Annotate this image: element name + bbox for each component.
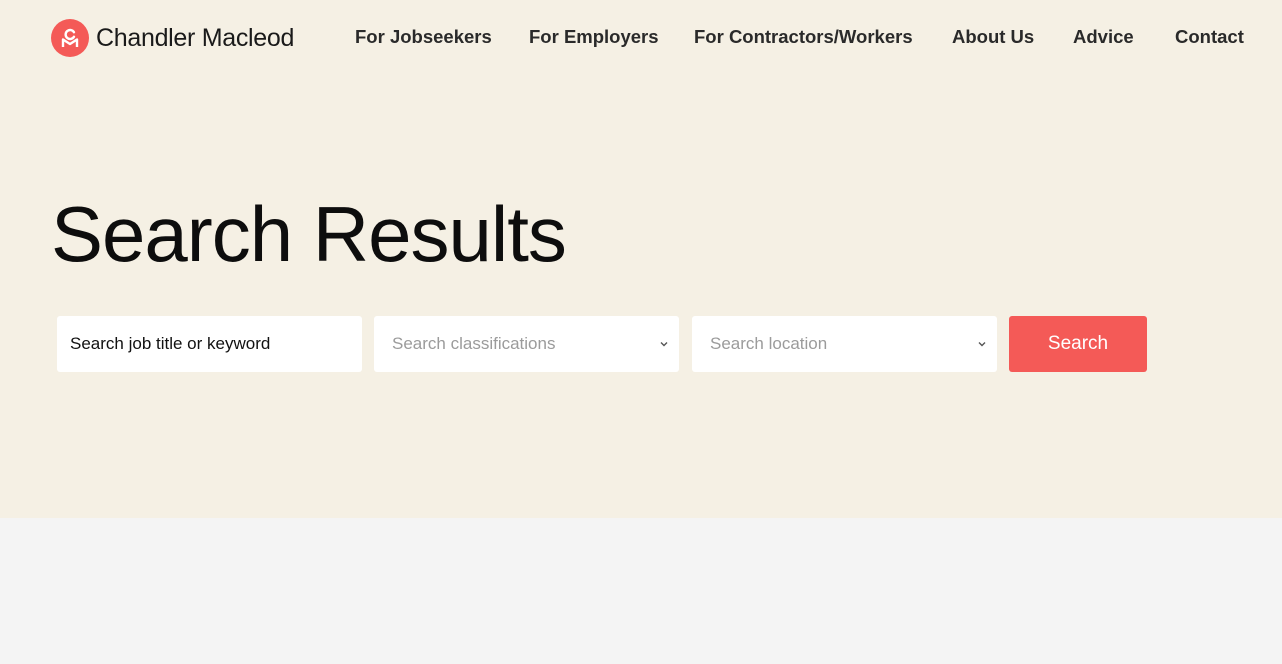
search-button[interactable]: Search xyxy=(1009,316,1147,372)
nav-item-contact[interactable]: Contact xyxy=(1175,26,1244,48)
location-select-placeholder: Search location xyxy=(710,334,828,353)
classification-select[interactable]: Search classifications xyxy=(374,316,679,372)
page-title: Search Results xyxy=(51,190,567,278)
brand-name: Chandler Macleod xyxy=(96,23,295,52)
chevron-down-icon xyxy=(660,342,668,347)
nav-item-jobseekers[interactable]: For Jobseekers xyxy=(355,26,492,48)
brand-logo[interactable]: Chandler Macleod xyxy=(51,19,294,57)
location-select[interactable]: Search location xyxy=(692,316,997,372)
keyword-search-input[interactable] xyxy=(57,316,362,372)
nav-item-contractors-workers[interactable]: For Contractors/Workers xyxy=(694,26,913,48)
nav-item-employers[interactable]: For Employers xyxy=(529,26,659,48)
nav-item-advice[interactable]: Advice xyxy=(1073,26,1134,48)
results-section xyxy=(0,518,1282,664)
keyword-field xyxy=(57,316,362,372)
cm-monogram-icon xyxy=(51,19,89,57)
classification-select-placeholder: Search classifications xyxy=(392,334,556,353)
chevron-down-icon xyxy=(978,342,986,347)
nav-item-about-us[interactable]: About Us xyxy=(952,26,1034,48)
